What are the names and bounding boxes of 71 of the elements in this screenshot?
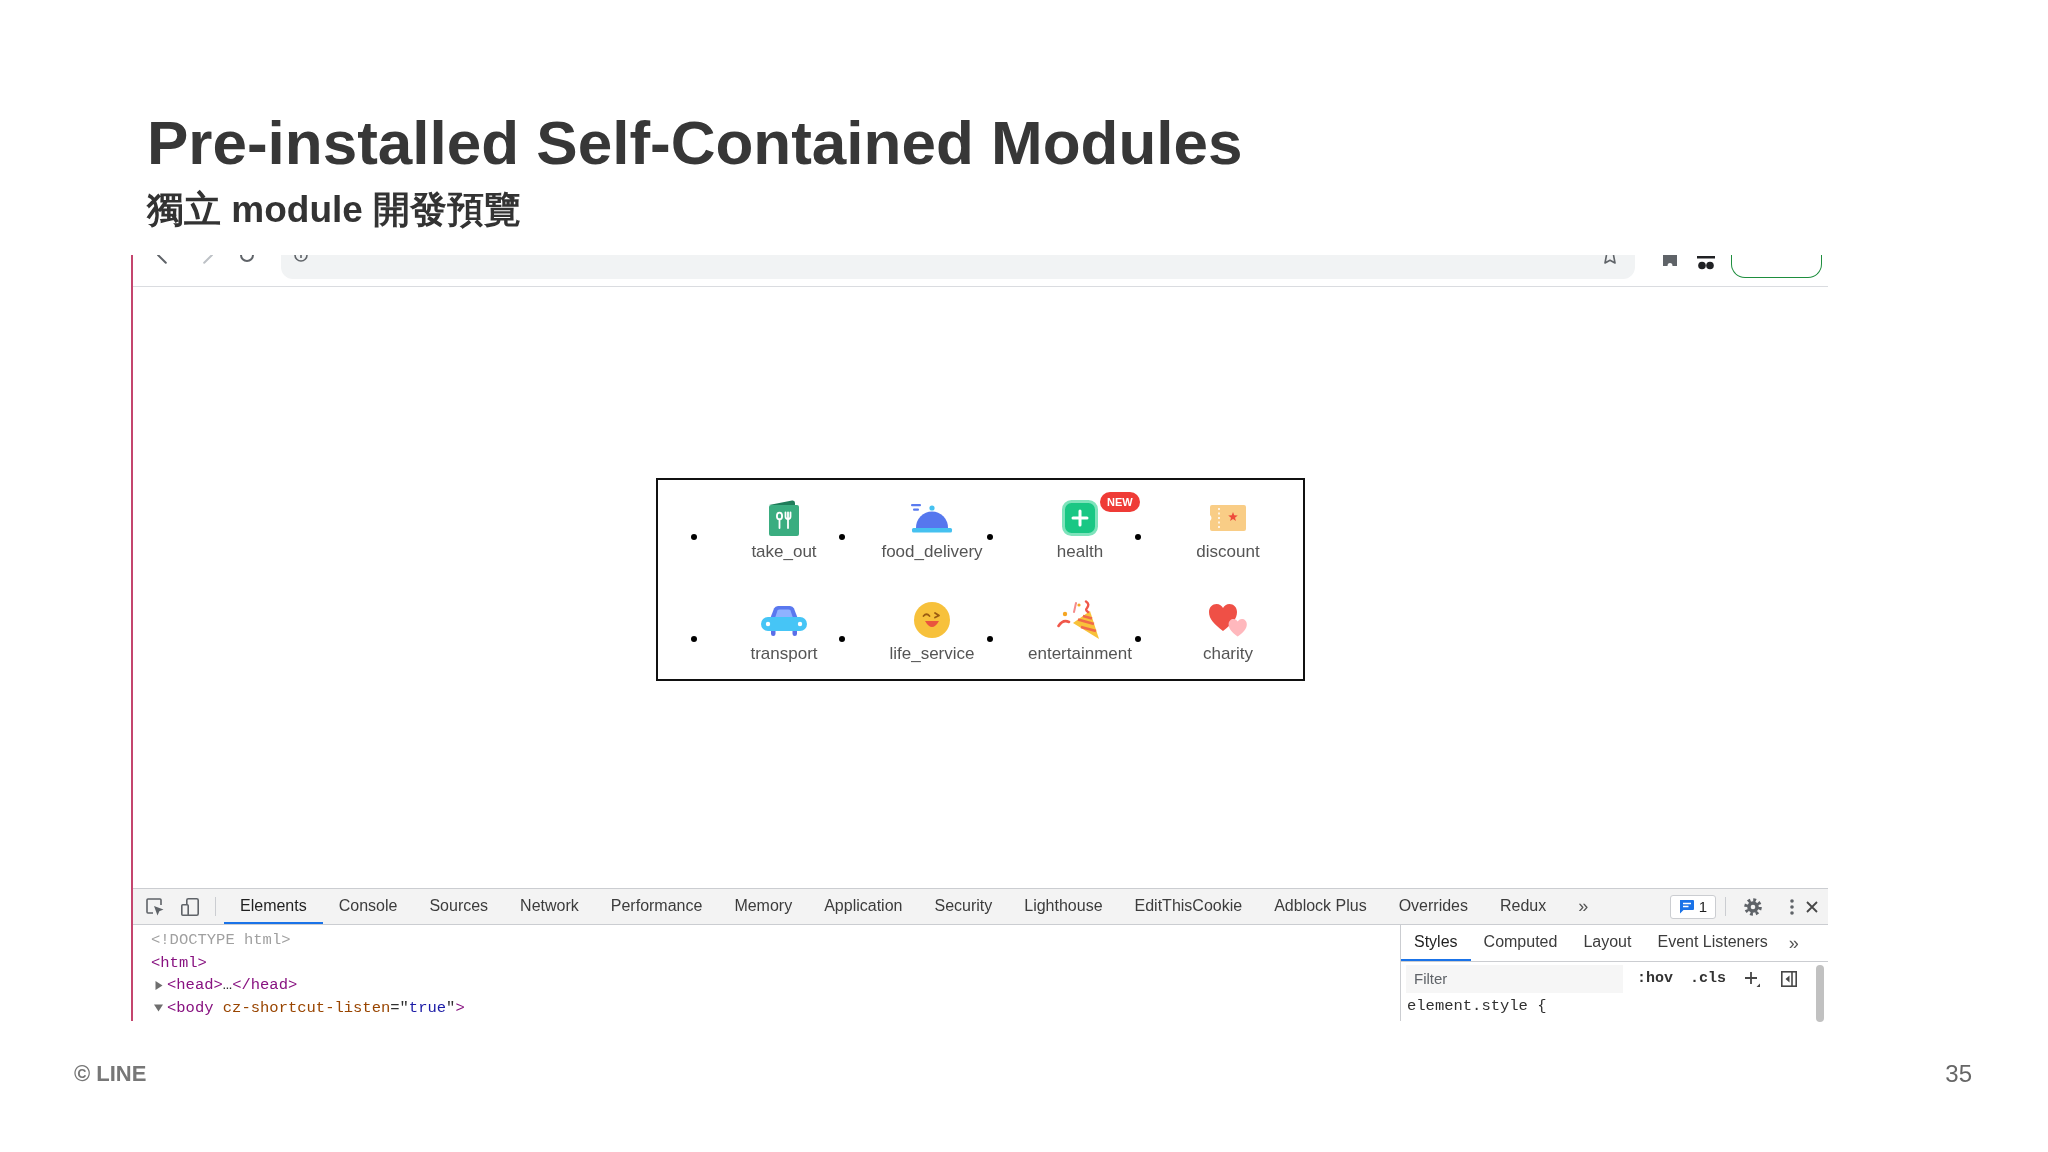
back-icon[interactable] (157, 255, 167, 264)
device-toolbar-icon[interactable] (181, 897, 199, 916)
list-bullet-icon (691, 636, 697, 642)
inspect-element-icon[interactable] (146, 897, 164, 916)
more-tabs-button[interactable]: » (1780, 925, 1807, 961)
scrollbar-thumb[interactable] (1816, 965, 1824, 1022)
sidebar-tab[interactable]: Event Listeners (1644, 925, 1781, 961)
expand-arrow-icon[interactable] (154, 980, 163, 990)
module-button[interactable]: life_service (877, 600, 987, 664)
copyright-footer: © LINE (74, 1062, 147, 1086)
info-icon[interactable] (294, 255, 308, 263)
reload-icon[interactable] (240, 255, 254, 263)
list-bullet-icon (1135, 636, 1141, 642)
new-badge: NEW (1100, 492, 1140, 512)
page-number: 35 (1945, 1062, 1972, 1086)
dom-node-line[interactable]: <html> (151, 951, 207, 974)
module-button[interactable]: charity (1173, 600, 1283, 664)
menu-card-icon (769, 500, 799, 536)
list-bullet-icon (987, 534, 993, 540)
list-bullet-icon (839, 534, 845, 540)
issues-button[interactable]: 1 (1669, 894, 1716, 919)
expand-arrow-icon[interactable] (154, 1003, 163, 1013)
medical-plus-icon (1062, 500, 1098, 536)
sidebar-tab[interactable]: Layout (1570, 925, 1645, 961)
settings-icon[interactable] (1744, 897, 1762, 916)
ticket-icon (1210, 505, 1246, 531)
new-rule-plus-icon[interactable] (1744, 970, 1761, 987)
list-bullet-icon (1135, 534, 1141, 540)
spy-avatar-icon[interactable] (1697, 255, 1715, 270)
devtools-tab[interactable]: Performance (594, 889, 719, 924)
devtools-tab[interactable]: Sources (413, 889, 505, 924)
cloche-icon (911, 503, 953, 533)
slide-subtitle: 獨立 module 開發預覽 (147, 188, 522, 232)
module-button[interactable]: take_out (729, 498, 839, 562)
module-button[interactable]: discount (1173, 498, 1283, 562)
sidebar-tab[interactable]: Styles (1401, 925, 1471, 961)
devtools-tab[interactable]: Application (808, 889, 919, 924)
module-button[interactable]: food_delivery (877, 498, 987, 562)
devtools-tab[interactable]: Network (504, 889, 595, 924)
message-icon (1678, 899, 1694, 914)
puzzle-icon[interactable] (1663, 255, 1677, 266)
class-toggle-button[interactable]: .cls (1690, 970, 1727, 987)
slide-title: Pre-installed Self-Contained Modules (147, 107, 1243, 179)
sidebar-toggle-icon[interactable] (1781, 970, 1798, 987)
devtools-tab[interactable]: Lighthouse (1008, 889, 1119, 924)
devtools-tab[interactable]: Security (918, 889, 1009, 924)
dom-node-line[interactable]: <head>…</head> (167, 974, 298, 997)
devtools-tab[interactable]: Overrides (1382, 889, 1484, 924)
devtools-tab[interactable]: Adblock Plus (1258, 889, 1383, 924)
list-bullet-icon (691, 534, 697, 540)
list-bullet-icon (987, 636, 993, 642)
close-icon[interactable] (1806, 900, 1818, 913)
devtools-tab[interactable]: Memory (718, 889, 809, 924)
smiley-icon (914, 602, 950, 638)
more-tabs-button[interactable]: » (1570, 889, 1597, 924)
dom-node-line[interactable]: <body cz-shortcut-listen="true"> (167, 996, 465, 1019)
update-button[interactable] (1731, 255, 1822, 278)
module-button[interactable]: entertainment (1025, 600, 1135, 664)
car-icon (761, 604, 807, 636)
filter-field[interactable]: Filter (1406, 964, 1623, 993)
more-options-icon[interactable] (1790, 898, 1794, 915)
list-bullet-icon (839, 636, 845, 642)
sidebar-tab[interactable]: Computed (1470, 925, 1571, 961)
hover-state-button[interactable]: :hov (1637, 970, 1673, 987)
devtools-tab[interactable]: Console (322, 889, 414, 924)
style-rule-line: element.style { (1406, 996, 1548, 1017)
devtools-tab[interactable]: EditThisCookie (1118, 889, 1259, 924)
module-button[interactable]: transport (729, 600, 839, 664)
address-bar-field[interactable] (281, 255, 1635, 279)
hearts-icon (1209, 603, 1247, 637)
devtools-tab[interactable]: Redux (1484, 889, 1563, 924)
